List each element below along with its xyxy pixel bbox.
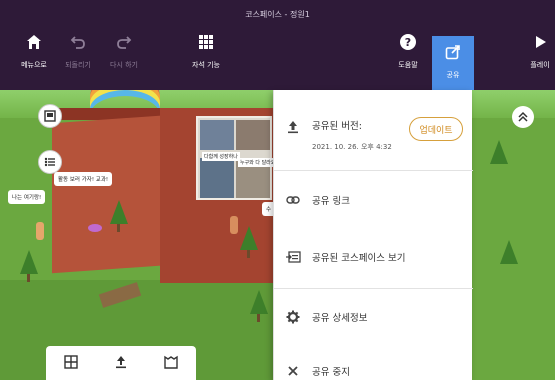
photo-thumbnail: [236, 120, 270, 150]
gallery-button[interactable]: [38, 104, 62, 128]
share-menu: 공유된 버전: 2021. 10. 26. 오후 4:32 업데이트 공유 링크…: [273, 90, 473, 380]
stop-sharing-label: 공유 중지: [312, 367, 350, 378]
library-icon: [64, 354, 78, 373]
tree-trunk: [27, 274, 30, 282]
play-button[interactable]: 플레이: [510, 30, 555, 82]
svg-text:?: ?: [405, 36, 411, 49]
chevron-up-icon: [517, 108, 529, 127]
divider: [274, 288, 473, 289]
undo-label: 되돌리기: [65, 61, 91, 69]
collapse-panel-button[interactable]: [512, 106, 534, 128]
upload-button[interactable]: [107, 349, 135, 377]
divider: [274, 170, 473, 171]
upload-icon: [114, 354, 128, 373]
tree: [20, 250, 38, 274]
undo-icon: [70, 30, 86, 54]
list-icon: [44, 153, 56, 172]
share-link-item[interactable]: 공유 링크: [274, 185, 473, 215]
grid-icon: [198, 30, 214, 54]
help-icon: ?: [399, 30, 417, 54]
view-icon: [274, 251, 312, 263]
speech-bubble: 나는 여기랑!: [8, 190, 46, 204]
redo-icon: [116, 30, 132, 54]
photo-caption: 누구와 다 달라요: [238, 158, 278, 167]
photo-thumbnail: [200, 120, 234, 150]
share-icon: [445, 40, 461, 64]
tools-label: 자석 기능: [192, 61, 220, 69]
view-shared-item[interactable]: 공유된 코스페이스 보기: [274, 242, 473, 272]
tree: [250, 290, 268, 314]
speech-bubble: 활동 보러 가자! 교과!: [54, 172, 113, 186]
character[interactable]: [230, 216, 238, 234]
share-details-label: 공유 상세정보: [312, 313, 368, 324]
tools-button[interactable]: 자석 기능: [176, 30, 236, 82]
stop-sharing-item[interactable]: 공유 중지: [274, 356, 473, 380]
redo-button[interactable]: 다시 하기: [94, 30, 154, 82]
help-button[interactable]: ? 도움말: [378, 30, 438, 82]
character[interactable]: [36, 222, 44, 240]
close-icon: [274, 366, 312, 376]
photo-thumbnail: [200, 158, 234, 198]
update-button[interactable]: 업데이트: [409, 117, 463, 141]
shared-version-title: 공유된 버전:: [312, 121, 362, 132]
share-details-item[interactable]: 공유 상세정보: [274, 302, 473, 332]
flowers: [88, 224, 102, 232]
share-link-label: 공유 링크: [312, 196, 350, 207]
tree-trunk: [247, 250, 250, 258]
tree: [110, 200, 128, 224]
help-label: 도움말: [398, 61, 418, 69]
tree-trunk: [257, 314, 260, 322]
link-icon: [274, 195, 312, 205]
view-shared-label: 공유된 코스페이스 보기: [312, 253, 406, 264]
shared-version-date: 2021. 10. 26. 오후 4:32: [312, 143, 392, 151]
tree-trunk: [117, 224, 120, 232]
environment-icon: [164, 354, 178, 373]
tree: [500, 240, 518, 264]
photo-caption: 다함께 성장하나: [202, 152, 240, 161]
share-button[interactable]: 공유: [432, 36, 474, 90]
tree: [240, 226, 258, 250]
redo-label: 다시 하기: [110, 61, 138, 69]
share-label: 공유: [446, 71, 460, 79]
tree: [490, 140, 508, 164]
window-title: 코스페이스 - 정원1: [245, 10, 310, 19]
upload-icon: [274, 104, 312, 134]
gear-icon: [274, 310, 312, 324]
list-button[interactable]: [38, 150, 62, 174]
image-icon: [44, 107, 56, 126]
play-label: 플레이: [530, 61, 550, 69]
object-toolbar: [46, 346, 196, 380]
top-toolbar: 코스페이스 - 정원1 메뉴으로 되돌리기 다시 하기 자석 기능 ? 도움말 …: [0, 0, 555, 90]
home-label: 메뉴으로: [21, 61, 47, 69]
environment-button[interactable]: [157, 349, 185, 377]
photo-board[interactable]: 다함께 성장하나 누구와 다 달라요: [196, 116, 278, 200]
play-icon: [532, 30, 548, 54]
library-button[interactable]: [57, 349, 85, 377]
home-icon: [25, 30, 43, 54]
